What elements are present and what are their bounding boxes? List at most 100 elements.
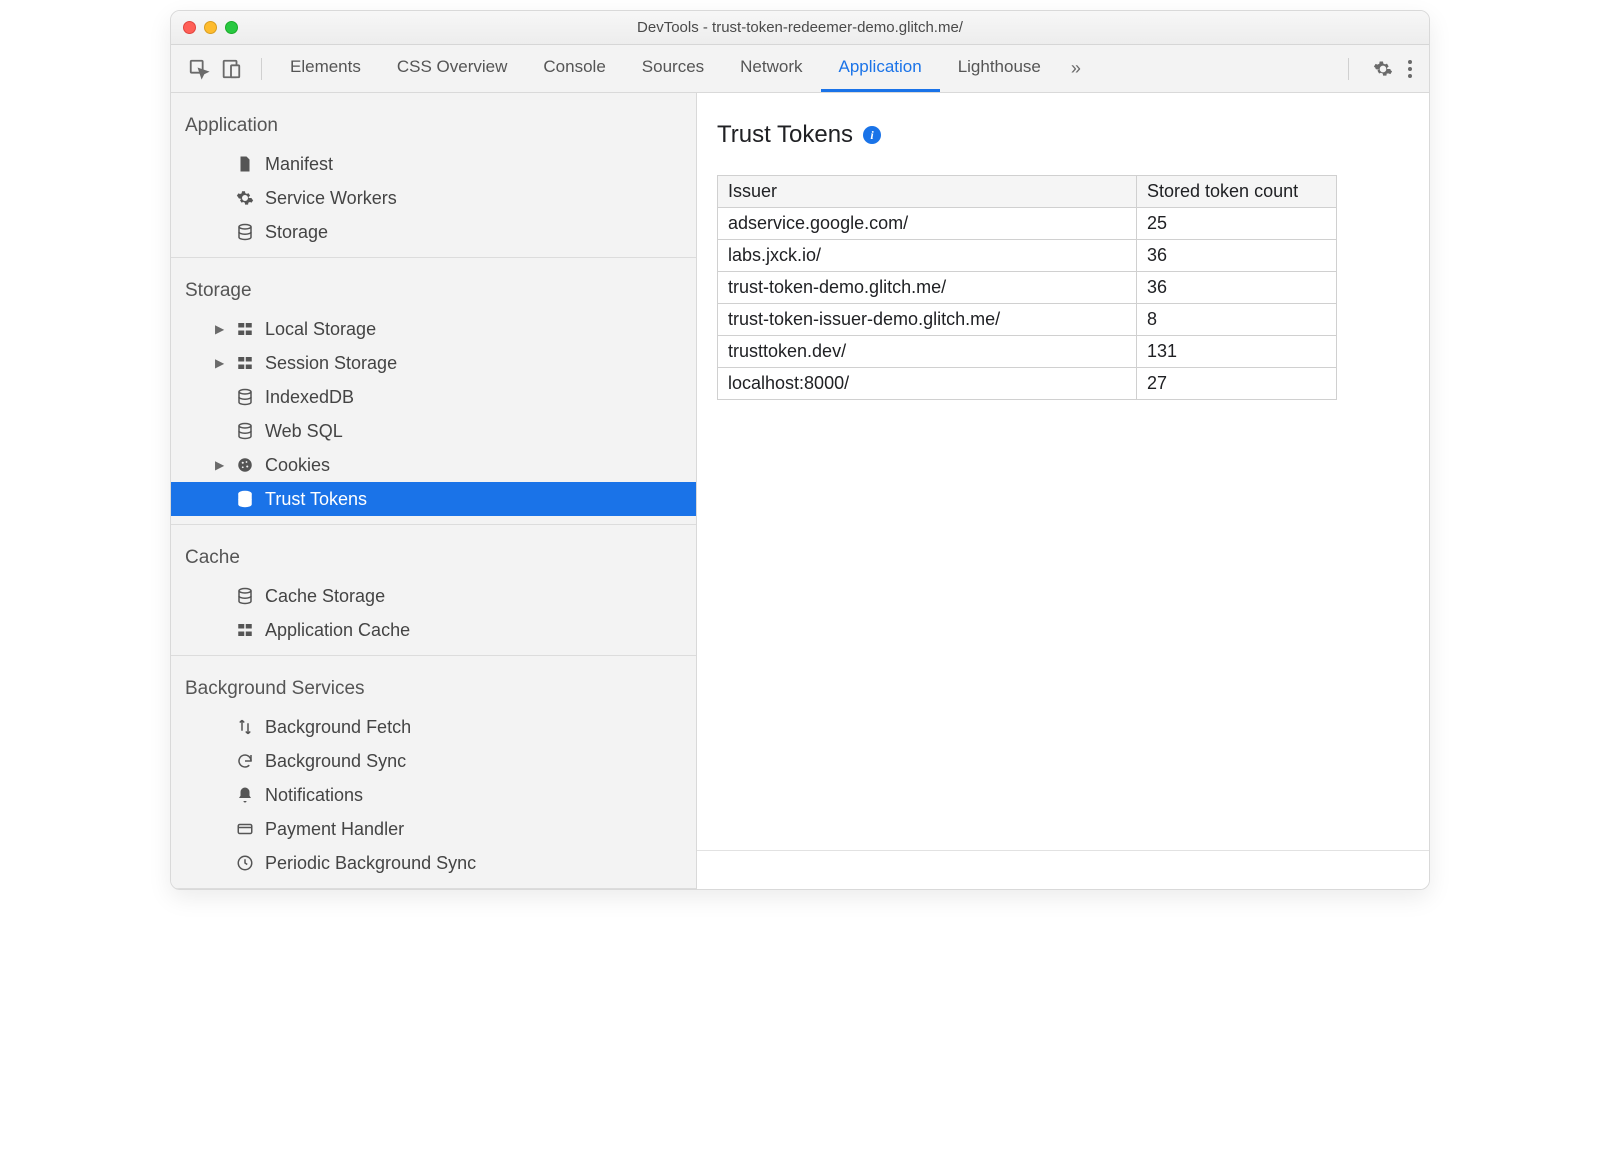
cell-count: 27 <box>1137 368 1337 400</box>
tab-css-overview[interactable]: CSS Overview <box>379 46 526 92</box>
caret-icon[interactable]: ▶ <box>215 458 227 472</box>
toolbar-divider <box>1348 58 1349 80</box>
tab-lighthouse[interactable]: Lighthouse <box>940 46 1059 92</box>
table-row[interactable]: adservice.google.com/25 <box>718 208 1337 240</box>
tab-application[interactable]: Application <box>821 46 940 92</box>
sidebar-item-background-fetch[interactable]: Background Fetch <box>171 710 696 744</box>
devtools-window: DevTools - trust-token-redeemer-demo.gli… <box>170 10 1430 890</box>
sidebar-item-application-cache[interactable]: Application Cache <box>171 613 696 647</box>
cell-issuer: trusttoken.dev/ <box>718 336 1137 368</box>
sidebar-item-local-storage[interactable]: ▶ Local Storage <box>171 312 696 346</box>
sidebar-item-label: Background Fetch <box>265 717 411 738</box>
close-window-button[interactable] <box>183 21 196 34</box>
sidebar-item-label: Background Sync <box>265 751 406 772</box>
sidebar-item-label: Service Workers <box>265 188 397 209</box>
section-divider <box>171 655 696 656</box>
bell-icon <box>235 785 255 805</box>
sidebar-item-indexeddb[interactable]: IndexedDB <box>171 380 696 414</box>
arrows-icon <box>235 717 255 737</box>
sidebar-item-label: Application Cache <box>265 620 410 641</box>
sidebar-item-label: Notifications <box>265 785 363 806</box>
cell-count: 36 <box>1137 272 1337 304</box>
caret-icon[interactable]: ▶ <box>215 356 227 370</box>
section-title-background-services: Background Services <box>171 664 696 710</box>
table-row[interactable]: trusttoken.dev/131 <box>718 336 1337 368</box>
sidebar-item-label: Manifest <box>265 154 333 175</box>
sidebar-item-web-sql[interactable]: Web SQL <box>171 414 696 448</box>
trust-tokens-table: Issuer Stored token count adservice.goog… <box>717 175 1337 400</box>
sidebar-item-cache-storage[interactable]: Cache Storage <box>171 579 696 613</box>
toolbar-divider <box>261 58 262 80</box>
sidebar-item-payment-handler[interactable]: Payment Handler <box>171 812 696 846</box>
cell-issuer: labs.jxck.io/ <box>718 240 1137 272</box>
section-divider <box>171 524 696 525</box>
device-toolbar-icon[interactable] <box>219 57 243 81</box>
sidebar-item-notifications[interactable]: Notifications <box>171 778 696 812</box>
application-sidebar: Application Manifest Service Workers Storag… <box>171 93 697 889</box>
grid-icon <box>235 319 255 339</box>
sidebar-item-periodic-background-sync[interactable]: Periodic Background Sync <box>171 846 696 880</box>
overflow-tabs-icon[interactable]: » <box>1071 58 1081 79</box>
sidebar-item-label: Local Storage <box>265 319 376 340</box>
section-title-cache: Cache <box>171 533 696 579</box>
section-title-storage: Storage <box>171 266 696 312</box>
sidebar-item-label: Periodic Background Sync <box>265 853 476 874</box>
sidebar-item-label: Cookies <box>265 455 330 476</box>
cookie-icon <box>235 455 255 475</box>
tab-sources[interactable]: Sources <box>624 46 722 92</box>
cell-issuer: adservice.google.com/ <box>718 208 1137 240</box>
file-icon <box>235 154 255 174</box>
titlebar: DevTools - trust-token-redeemer-demo.gli… <box>171 11 1429 45</box>
panel-tabs: ElementsCSS OverviewConsoleSourcesNetwor… <box>272 46 1059 92</box>
panel-title: Trust Tokens <box>717 121 853 149</box>
cell-count: 36 <box>1137 240 1337 272</box>
column-header-issuer[interactable]: Issuer <box>718 176 1137 208</box>
sidebar-item-session-storage[interactable]: ▶ Session Storage <box>171 346 696 380</box>
sidebar-item-background-sync[interactable]: Background Sync <box>171 744 696 778</box>
section-divider <box>171 257 696 258</box>
zoom-window-button[interactable] <box>225 21 238 34</box>
grid-icon <box>235 620 255 640</box>
tab-console[interactable]: Console <box>525 46 623 92</box>
tab-elements[interactable]: Elements <box>272 46 379 92</box>
table-row[interactable]: trust-token-demo.glitch.me/36 <box>718 272 1337 304</box>
table-row[interactable]: localhost:8000/27 <box>718 368 1337 400</box>
tab-network[interactable]: Network <box>722 46 820 92</box>
sidebar-item-label: Payment Handler <box>265 819 404 840</box>
storage-icon <box>235 586 255 606</box>
sidebar-item-label: Web SQL <box>265 421 343 442</box>
more-options-icon[interactable] <box>1407 59 1413 79</box>
sidebar-item-storage[interactable]: Storage <box>171 215 696 249</box>
caret-icon[interactable]: ▶ <box>215 322 227 336</box>
cell-count: 131 <box>1137 336 1337 368</box>
sidebar-item-label: IndexedDB <box>265 387 354 408</box>
cell-issuer: trust-token-issuer-demo.glitch.me/ <box>718 304 1137 336</box>
inspect-element-icon[interactable] <box>187 57 211 81</box>
trust-tokens-panel: Trust Tokens i Issuer Stored token count… <box>697 93 1429 889</box>
gear-icon <box>235 188 255 208</box>
sidebar-item-label: Session Storage <box>265 353 397 374</box>
cell-issuer: localhost:8000/ <box>718 368 1137 400</box>
sidebar-item-manifest[interactable]: Manifest <box>171 147 696 181</box>
storage-icon <box>235 421 255 441</box>
table-row[interactable]: trust-token-issuer-demo.glitch.me/8 <box>718 304 1337 336</box>
toolbar: ElementsCSS OverviewConsoleSourcesNetwor… <box>171 45 1429 93</box>
cell-count: 8 <box>1137 304 1337 336</box>
sync-icon <box>235 751 255 771</box>
info-icon[interactable]: i <box>863 126 881 144</box>
panel-bottom-divider <box>697 850 1429 851</box>
sidebar-item-label: Cache Storage <box>265 586 385 607</box>
cell-count: 25 <box>1137 208 1337 240</box>
minimize-window-button[interactable] <box>204 21 217 34</box>
window-title: DevTools - trust-token-redeemer-demo.gli… <box>171 19 1429 36</box>
section-title-application: Application <box>171 101 696 147</box>
sidebar-item-cookies[interactable]: ▶ Cookies <box>171 448 696 482</box>
table-row[interactable]: labs.jxck.io/36 <box>718 240 1337 272</box>
storage-icon <box>235 489 255 509</box>
column-header-count[interactable]: Stored token count <box>1137 176 1337 208</box>
sidebar-item-service-workers[interactable]: Service Workers <box>171 181 696 215</box>
sidebar-item-label: Storage <box>265 222 328 243</box>
settings-gear-icon[interactable] <box>1373 59 1393 79</box>
sidebar-item-trust-tokens[interactable]: Trust Tokens <box>171 482 696 516</box>
storage-icon <box>235 222 255 242</box>
